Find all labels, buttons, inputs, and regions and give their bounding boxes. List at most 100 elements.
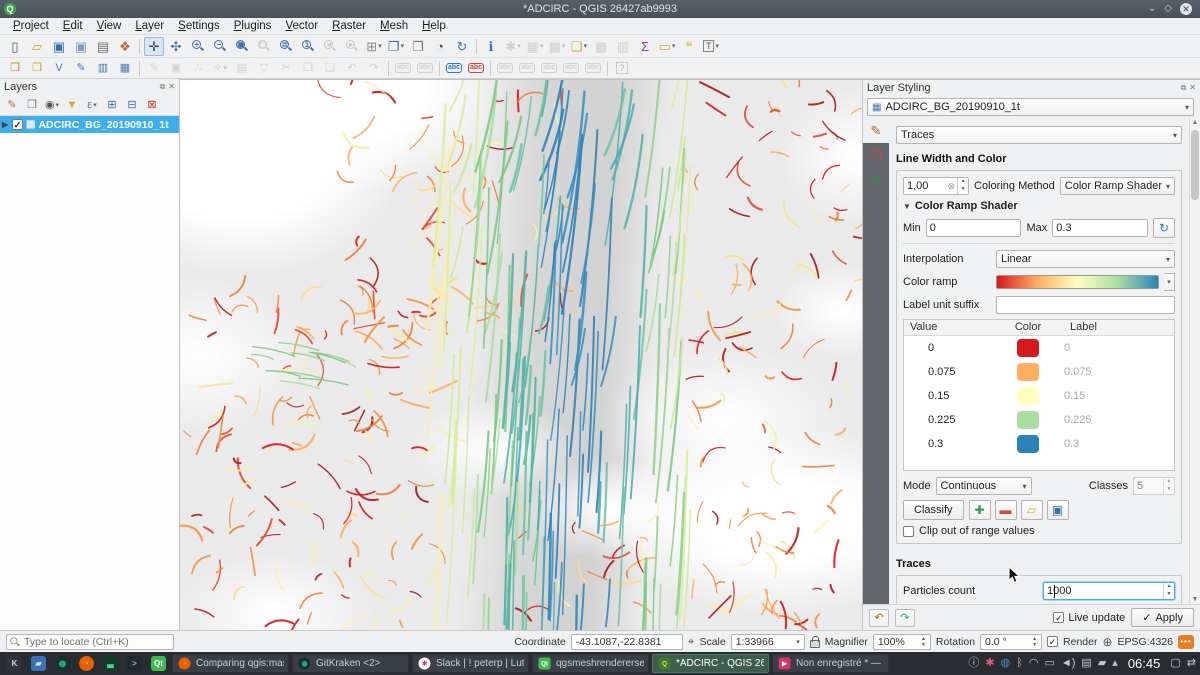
new-project-icon[interactable]: ▯ [5,37,25,56]
temporal-controller-icon[interactable]: ◔ [430,37,450,56]
magnifier-input[interactable]: 100% ▲▼ [873,634,931,650]
expand-tray-icon[interactable]: ▴ [1112,658,1118,669]
mode-select[interactable]: Continuous ▾ [936,477,1032,495]
close-panel-icon[interactable]: ✕ [168,82,175,92]
bluetooth-icon[interactable]: ᛒ [1016,658,1023,669]
new-map-view-icon[interactable]: ⊞▾ [364,37,384,56]
coloring-method-select[interactable]: Color Ramp Shader ▾ [1060,177,1175,195]
menu-project[interactable]: Project [6,19,56,33]
close-button[interactable]: ✕ [1180,3,1192,15]
color-manager-icon[interactable]: ✱ [985,658,994,669]
new-mesh-layer-icon[interactable]: ▦ [115,59,135,78]
pan-map-icon[interactable]: ✛ [144,37,164,56]
expand-arrow-icon[interactable]: ▶ [2,120,12,129]
messages-button[interactable]: ••• [1178,635,1194,649]
layer-item[interactable]: ▶ ✓ ▦ ADCIRC_BG_20190910_1t [0,116,179,133]
gitkraken-launcher-icon[interactable]: ◍ [52,654,73,673]
expand-all-icon[interactable]: ⊞ [103,97,121,114]
apply-button[interactable]: ✓ Apply [1131,608,1194,627]
file-manager-icon[interactable]: ▰ [28,654,49,673]
menu-help[interactable]: Help [415,19,453,33]
crs-value[interactable]: EPSG:4326 [1118,636,1173,648]
scroll-down-icon[interactable]: ▼ [1190,596,1200,603]
task-firefox[interactable]: ◔Comparing qgis:mast... [172,654,289,673]
rotation-input[interactable]: 0.0 ° ▲▼ [980,634,1042,650]
color-map-row[interactable]: 00 [904,336,1174,360]
close-styling-panel-icon[interactable]: ✕ [1189,83,1196,93]
color-swatch[interactable] [1017,411,1039,429]
show-bookmarks-icon[interactable]: ❐ [408,37,428,56]
color-swatch[interactable] [1017,339,1039,357]
styling-scrollbar[interactable]: ▲ ▼ [1189,118,1200,604]
coordinate-value[interactable]: -43.1087,-22.8381 [571,634,683,650]
qt-creator-launcher-icon[interactable]: Qt [148,654,169,673]
zoom-full-extent-icon[interactable]: ▣ [232,37,252,56]
remove-value-button[interactable]: ▬ [995,500,1017,520]
lock-scale-icon[interactable] [810,640,820,648]
task-gitkraken[interactable]: ◍GitKraken <2> [292,654,409,673]
save-project-as-icon[interactable]: ▣ [71,37,91,56]
color-swatch[interactable] [1017,387,1039,405]
show-desktop-icon[interactable]: ▢ [1170,658,1180,669]
filter-legend-icon[interactable]: ▼ [63,97,81,114]
live-update-checkbox[interactable]: ✓ [1053,612,1064,623]
color-map-row[interactable]: 0.0750.075 [904,360,1174,384]
scrollbar-thumb[interactable] [1191,130,1199,200]
refresh-map-icon[interactable]: ↻ [452,37,472,56]
filter-expression-icon[interactable]: ε▾ [83,97,101,114]
undock-panel-icon[interactable]: ⧉ [160,82,166,92]
interpolation-select[interactable]: Linear ▾ [996,250,1175,268]
zoom-out-icon[interactable]: − [210,37,230,56]
styling-layer-select[interactable]: ▦ ADCIRC_BG_20190910_1t ▾ [867,98,1194,116]
new-virtual-layer-icon[interactable]: ▥ [93,59,113,78]
max-input[interactable]: 0.3 [1052,219,1148,237]
menu-vector[interactable]: Vector [278,19,325,33]
terminal-icon[interactable]: > [124,654,145,673]
symbology-tab[interactable]: ✎ [863,118,889,143]
clipboard-icon[interactable]: ▤ [1081,658,1091,669]
task-slack[interactable]: ✻Slack | ! peterp | Lutr... [412,654,529,673]
color-map-row[interactable]: 0.30.3 [904,432,1174,456]
classes-input[interactable]: 5 ▲▼ [1133,477,1175,495]
color-map-row[interactable]: 0.2250.225 [904,408,1174,432]
system-monitor-icon[interactable]: ▃ [100,654,121,673]
pan-to-selection-icon[interactable]: ✣ [166,37,186,56]
coordinate-toggle-icon[interactable]: ⌖ [688,634,695,649]
manage-map-themes-icon[interactable]: ◉▾ [43,97,61,114]
zoom-in-icon[interactable]: + [188,37,208,56]
menu-edit[interactable]: Edit [56,19,90,33]
scroll-up-icon[interactable]: ▲ [1190,119,1200,126]
menu-raster[interactable]: Raster [325,19,373,33]
spin-up-icon[interactable]: ▲ [958,178,968,186]
menu-mesh[interactable]: Mesh [373,19,415,33]
menu-layer[interactable]: Layer [128,19,171,33]
mesh-group-select[interactable]: Traces ▾ [896,126,1182,144]
reload-min-max-button[interactable]: ↻ [1153,218,1175,238]
color-swatch[interactable] [1017,435,1039,453]
identify-features-icon[interactable]: ℹ [481,37,501,56]
spin-down-icon[interactable]: ▼ [1164,591,1174,599]
zoom-to-layer-icon[interactable]: ≣ [276,37,296,56]
firefox-launcher-icon[interactable]: ◔ [76,654,97,673]
new-shapefile-layer-icon[interactable]: V [49,59,69,78]
locator-search[interactable] [6,634,174,650]
layer-visibility-checkbox[interactable]: ✓ [12,119,23,130]
style-manager-icon[interactable]: ❖ [115,37,135,56]
select-by-value-icon[interactable]: ❏▾ [569,37,589,56]
map-tips-icon[interactable]: ❝ [679,37,699,56]
spin-down-icon[interactable]: ▼ [958,186,968,194]
color-ramp-preview[interactable] [996,275,1159,289]
measure-icon[interactable]: ▭▾ [657,37,677,56]
volume-icon[interactable]: ◄) [1061,658,1076,669]
menu-view[interactable]: View [90,19,129,33]
render-checkbox[interactable]: ✓ [1047,636,1058,647]
add-group-icon[interactable]: ❒ [23,97,41,114]
history-tab[interactable]: ↺ [863,168,889,193]
open-project-icon[interactable]: ▱ [27,37,47,56]
new-geopackage-layer-icon[interactable]: ❒ [27,59,47,78]
notifications-icon[interactable]: ⓘ [968,658,979,669]
zoom-native-icon[interactable]: 1 [298,37,318,56]
redo-style-button[interactable]: ↷ [895,609,915,627]
color-ramp-dropdown-icon[interactable]: ▾ [1164,273,1175,291]
collapse-all-icon[interactable]: ⊟ [123,97,141,114]
